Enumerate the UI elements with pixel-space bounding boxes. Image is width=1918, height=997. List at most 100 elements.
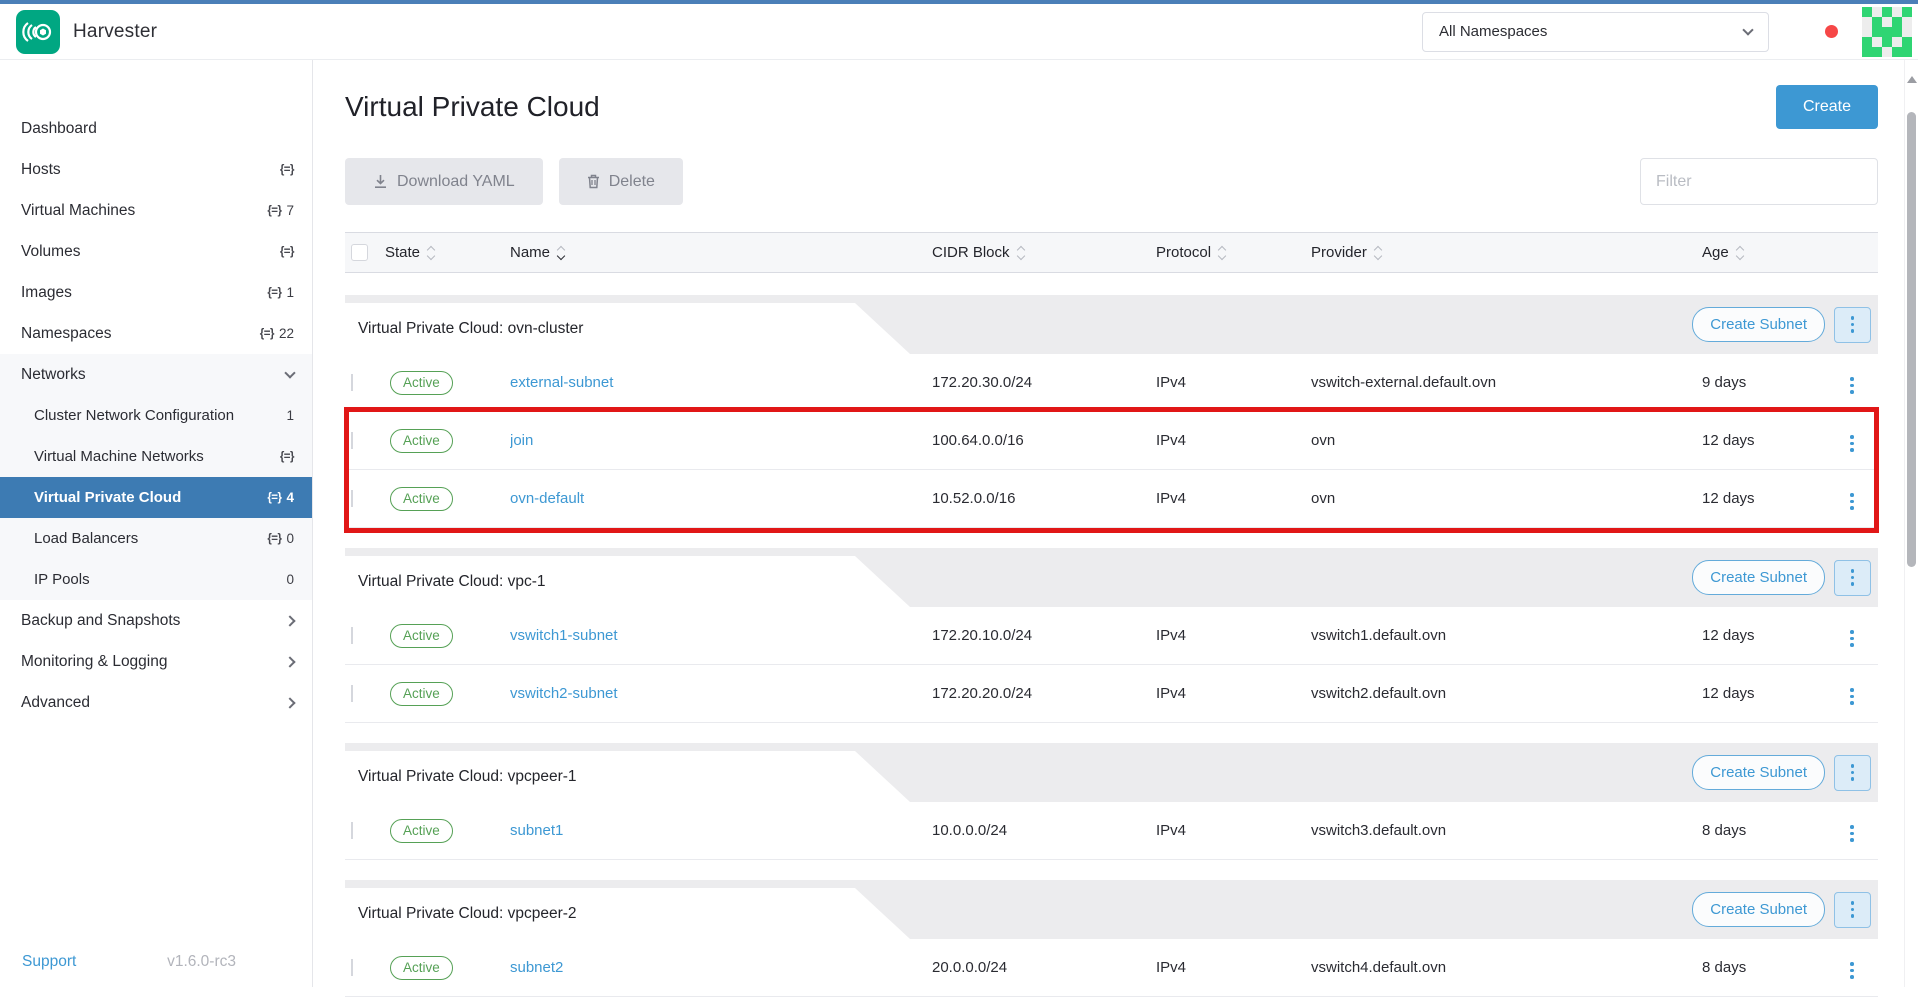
- sidebar-item-count: 1: [286, 408, 294, 423]
- row-menu-button[interactable]: [1846, 958, 1858, 983]
- sidebar-item-label: Images: [21, 284, 72, 302]
- sidebar-item-virtual-machine-networks[interactable]: Virtual Machine Networks {=}: [0, 436, 312, 477]
- user-avatar-identicon[interactable]: [1862, 7, 1912, 57]
- scrollbar-up-arrow-icon[interactable]: [1907, 76, 1917, 83]
- sort-icon: [428, 247, 434, 259]
- sort-icon: [1219, 247, 1225, 259]
- sidebar-item-load-balancers[interactable]: Load Balancers{=}0: [0, 518, 312, 559]
- provider-value: ovn: [1311, 432, 1335, 449]
- filter-input[interactable]: [1640, 158, 1878, 205]
- row-checkbox[interactable]: [351, 685, 353, 702]
- subnet-name-link[interactable]: ovn-default: [510, 490, 584, 507]
- table-row-vswitch2-subnet: Activevswitch2-subnet172.20.20.0/24IPv4v…: [345, 665, 1878, 723]
- create-subnet-button[interactable]: Create Subnet: [1692, 755, 1825, 790]
- create-subnet-button[interactable]: Create Subnet: [1692, 560, 1825, 595]
- scrollbar-thumb[interactable]: [1907, 112, 1916, 567]
- row-menu-button[interactable]: [1846, 373, 1858, 398]
- sidebar-item-label: Virtual Machine Networks: [34, 448, 204, 465]
- sidebar-item-volumes[interactable]: Volumes{=}: [0, 231, 312, 272]
- protocol-value: IPv4: [1156, 959, 1186, 976]
- subnet-name-link[interactable]: join: [510, 432, 533, 449]
- vertical-scrollbar[interactable]: [1904, 60, 1918, 987]
- resource-count-icon: {=}: [280, 451, 294, 463]
- state-badge: Active: [390, 819, 453, 843]
- cidr-value: 172.20.20.0/24: [932, 685, 1032, 702]
- protocol-value: IPv4: [1156, 822, 1186, 839]
- row-menu-button[interactable]: [1846, 684, 1858, 709]
- column-header-state[interactable]: State: [385, 244, 510, 261]
- download-yaml-label: Download YAML: [397, 173, 515, 191]
- group-menu-button[interactable]: [1834, 892, 1871, 928]
- create-subnet-button[interactable]: Create Subnet: [1692, 892, 1825, 927]
- subnet-name-link[interactable]: subnet1: [510, 822, 563, 839]
- download-yaml-button[interactable]: Download YAML: [345, 158, 543, 205]
- row-menu-button[interactable]: [1846, 489, 1858, 514]
- sidebar-item-label: Namespaces: [21, 325, 111, 343]
- sidebar-item-namespaces[interactable]: Namespaces{=}22: [0, 313, 312, 354]
- kebab-menu-icon: [1850, 825, 1854, 842]
- subnet-name-link[interactable]: vswitch1-subnet: [510, 627, 618, 644]
- sidebar-item-label: Load Balancers: [34, 530, 138, 547]
- provider-value: vswitch4.default.ovn: [1311, 959, 1446, 976]
- group-label: Virtual Private Cloud: vpc-1: [358, 573, 546, 591]
- sidebar-item-virtual-machines[interactable]: Virtual Machines{=}7: [0, 190, 312, 231]
- row-checkbox[interactable]: [351, 490, 353, 507]
- sidebar-item-networks[interactable]: Networks: [0, 354, 312, 395]
- sidebar-item-label: Virtual Private Cloud: [34, 489, 181, 506]
- row-checkbox[interactable]: [351, 822, 353, 839]
- sidebar-item-monitoring-logging[interactable]: Monitoring & Logging: [0, 641, 312, 682]
- group-tab: Virtual Private Cloud: vpc-1: [345, 556, 910, 607]
- harvester-logo-icon[interactable]: [16, 10, 60, 54]
- row-menu-button[interactable]: [1846, 821, 1858, 846]
- support-link[interactable]: Support: [22, 953, 76, 971]
- sidebar-item-backup-and-snapshots[interactable]: Backup and Snapshots: [0, 600, 312, 641]
- sidebar-item-label: Virtual Machines: [21, 202, 135, 220]
- delete-button[interactable]: Delete: [559, 158, 683, 205]
- row-checkbox[interactable]: [351, 627, 353, 644]
- sidebar-item-virtual-private-cloud[interactable]: Virtual Private Cloud{=}4: [0, 477, 312, 518]
- column-header-provider[interactable]: Provider: [1311, 244, 1702, 261]
- column-header-name[interactable]: Name: [510, 244, 932, 261]
- group-menu-button[interactable]: [1834, 560, 1871, 596]
- create-subnet-button[interactable]: Create Subnet: [1692, 307, 1825, 342]
- group-label: Virtual Private Cloud: ovn-cluster: [358, 320, 583, 338]
- notification-dot-icon[interactable]: [1825, 25, 1838, 38]
- group-menu-button[interactable]: [1834, 307, 1871, 343]
- column-header-protocol[interactable]: Protocol: [1156, 244, 1311, 261]
- table-row-vswitch1-subnet: Activevswitch1-subnet172.20.10.0/24IPv4v…: [345, 607, 1878, 665]
- sidebar-item-dashboard[interactable]: Dashboard: [0, 108, 312, 149]
- column-header-cidr[interactable]: CIDR Block: [932, 244, 1156, 261]
- chevron-down-icon: [1742, 24, 1753, 35]
- row-checkbox[interactable]: [351, 432, 353, 449]
- table-groups: Virtual Private Cloud: ovn-cluster Create…: [345, 295, 1878, 997]
- group-menu-button[interactable]: [1834, 755, 1871, 791]
- select-all-checkbox[interactable]: [351, 244, 368, 261]
- sidebar-item-hosts[interactable]: Hosts{=}: [0, 149, 312, 190]
- cidr-value: 172.20.10.0/24: [932, 627, 1032, 644]
- kebab-menu-icon: [1850, 962, 1854, 979]
- resource-count-icon: {=}: [280, 246, 294, 258]
- kebab-menu-icon: [1850, 493, 1854, 510]
- sort-icon: [1737, 247, 1743, 259]
- protocol-value: IPv4: [1156, 432, 1186, 449]
- sidebar-item-advanced[interactable]: Advanced: [0, 682, 312, 723]
- namespace-selector[interactable]: All Namespaces: [1422, 12, 1769, 52]
- table-row-subnet2: Activesubnet220.0.0.0/24IPv4vswitch4.def…: [345, 939, 1878, 997]
- row-checkbox[interactable]: [351, 959, 353, 976]
- row-menu-button[interactable]: [1846, 626, 1858, 651]
- state-badge: Active: [390, 487, 453, 511]
- group-header: Virtual Private Cloud: vpcpeer-2Create S…: [345, 880, 1878, 939]
- subnet-name-link[interactable]: subnet2: [510, 959, 563, 976]
- subnet-name-link[interactable]: vswitch2-subnet: [510, 685, 618, 702]
- sidebar-item-cluster-network-configuration[interactable]: Cluster Network Configuration1: [0, 395, 312, 436]
- sidebar-item-images[interactable]: Images{=}1: [0, 272, 312, 313]
- column-header-age[interactable]: Age: [1702, 244, 1832, 261]
- create-button[interactable]: Create: [1776, 85, 1878, 129]
- sidebar-item-label: Monitoring & Logging: [21, 653, 168, 671]
- protocol-value: IPv4: [1156, 627, 1186, 644]
- sidebar-item-ip-pools[interactable]: IP Pools0: [0, 559, 312, 600]
- row-checkbox[interactable]: [351, 374, 353, 391]
- subnet-name-link[interactable]: external-subnet: [510, 374, 613, 391]
- age-value: 12 days: [1702, 490, 1755, 507]
- row-menu-button[interactable]: [1846, 431, 1858, 456]
